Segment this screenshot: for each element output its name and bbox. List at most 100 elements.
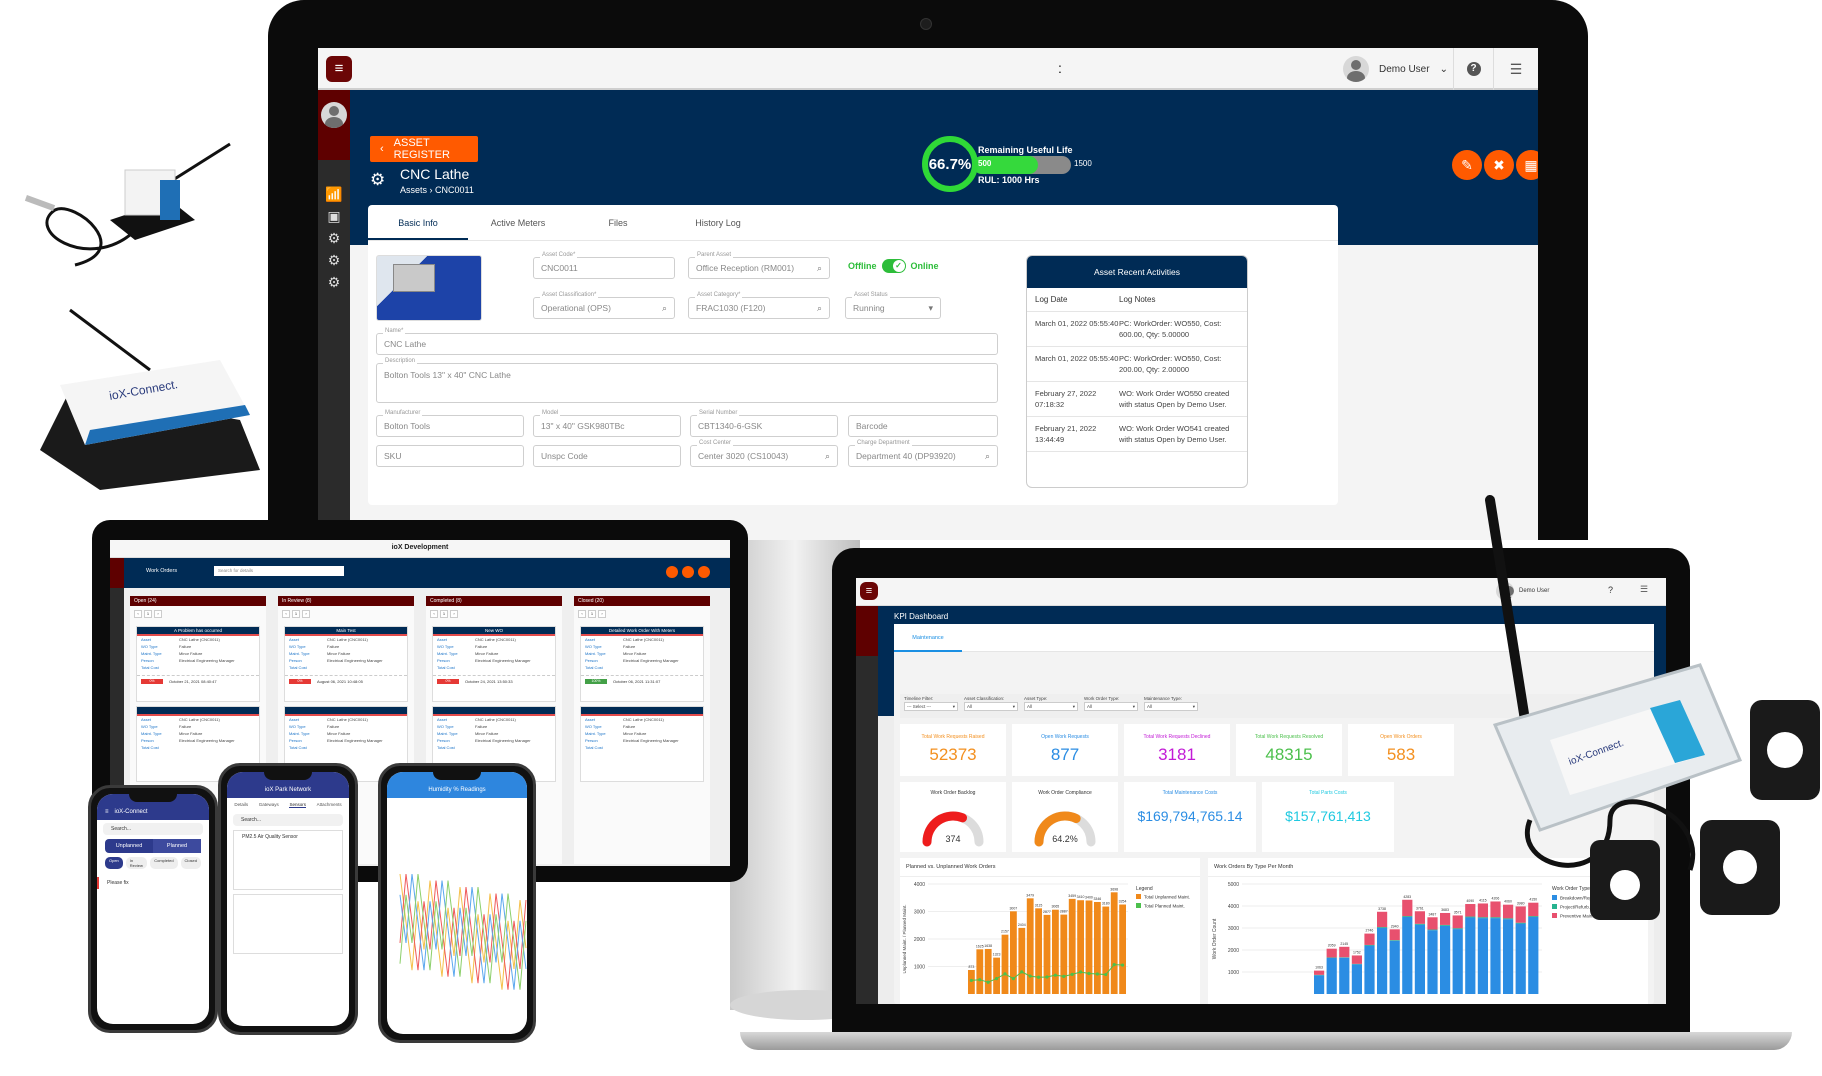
cost-center-field[interactable]: Cost Center Center 3020 (CS10043) ⌕ — [690, 440, 838, 467]
chip-open[interactable]: Open — [105, 857, 123, 869]
asset-category-field[interactable]: Asset Category* FRAC1030 (F120) ⌕ — [688, 292, 830, 319]
search-icon[interactable]: ⌕ — [662, 303, 667, 314]
segment-unplanned[interactable]: Unplanned — [105, 839, 153, 853]
asset-classification-field[interactable]: Asset Classification* Operational (OPS) ⌕ — [533, 292, 675, 319]
chip-closed[interactable]: Closed — [180, 857, 201, 869]
kpi-tile[interactable]: Open Work Requests 877 — [1012, 724, 1118, 776]
work-order-card[interactable]: Asset CNC Lathe (CNC0011) WO Type Failure Ma… — [580, 706, 704, 782]
online-toggle[interactable]: Offline Online — [848, 259, 939, 273]
barcode-field[interactable]: Barcode — [848, 415, 998, 437]
toggle-switch[interactable] — [881, 259, 906, 273]
tablet-refresh-button[interactable] — [682, 566, 694, 578]
bar-unplanned — [1094, 901, 1101, 994]
filter-select[interactable]: All ▾ — [1144, 702, 1198, 711]
sku-field[interactable]: SKU — [376, 445, 524, 467]
tab-gateways[interactable]: Gateways — [259, 802, 279, 808]
hamburger-menu-button[interactable]: ≡ — [326, 56, 352, 82]
config-icon[interactable]: ⚙ — [324, 252, 344, 270]
point-planned — [1011, 977, 1015, 981]
work-order-item[interactable]: Please fix — [97, 877, 209, 889]
kpi-tile[interactable]: Total Work Requests Declined 3181 — [1124, 724, 1230, 776]
breadcrumb-root[interactable]: Assets — [400, 185, 427, 195]
pager-next[interactable]: › — [450, 610, 458, 618]
card-field: Total Cost — [581, 664, 703, 671]
pager-next[interactable]: › — [302, 610, 310, 618]
user-menu[interactable]: Demo User ⌄ — [1343, 56, 1448, 82]
work-request-button[interactable]: ✖ — [1484, 150, 1514, 180]
pager-prev[interactable]: ‹ — [578, 610, 586, 618]
pager-prev[interactable]: ‹ — [430, 610, 438, 618]
tab-active-meters[interactable]: Active Meters — [468, 205, 568, 240]
manufacturer-field[interactable]: Manufacturer Bolton Tools — [376, 410, 524, 437]
sensor-card[interactable]: PM2.5 Air Quality Sensor — [233, 830, 343, 890]
work-orders-search-input[interactable]: Search for details — [214, 566, 344, 576]
chip-completed[interactable]: Completed — [150, 857, 178, 869]
pager-prev[interactable]: ‹ — [134, 610, 142, 618]
kpi-tile[interactable]: Total Work Requests Resolved 48315 — [1236, 724, 1342, 776]
cost-tile[interactable]: Total Maintenance Costs $169,794,765.14 — [1124, 782, 1256, 852]
analytics-icon[interactable]: 📶 — [324, 186, 344, 204]
pager-prev[interactable]: ‹ — [282, 610, 290, 618]
serial-number-field[interactable]: Serial Number CBT1340-6-GSK — [690, 410, 838, 437]
filter-select[interactable]: --- Select --- ▾ — [904, 702, 958, 711]
pager-page[interactable]: 1 — [588, 610, 596, 618]
search-icon[interactable]: ⌕ — [817, 303, 822, 314]
legend-swatch[interactable] — [1136, 903, 1141, 908]
help-button[interactable]: ? — [1453, 48, 1493, 90]
edit-log-button[interactable]: ✎ — [1452, 150, 1482, 180]
legend-swatch[interactable] — [1136, 894, 1141, 899]
pager-next[interactable]: › — [154, 610, 162, 618]
tab-details[interactable]: Details — [234, 802, 248, 808]
device-settings-icon[interactable]: ▣ — [324, 208, 344, 226]
asset-register-back-button[interactable]: ‹ ASSET REGISTER — [370, 136, 478, 162]
name-field[interactable]: Name* CNC Lathe — [376, 328, 998, 355]
work-order-card[interactable]: Detailed Work Order With Meters Asset CNC … — [580, 626, 704, 702]
filter-select[interactable]: All ▾ — [964, 702, 1018, 711]
filter-select[interactable]: All ▾ — [1024, 702, 1078, 711]
charge-department-field[interactable]: Charge Department Department 40 (DP93920)… — [848, 440, 998, 467]
tab-maintenance[interactable]: Maintenance — [894, 624, 962, 652]
search-icon[interactable]: ⌕ — [985, 451, 990, 462]
kpi-tile[interactable]: Open Work Orders 583 — [1348, 724, 1454, 776]
tab-attachments[interactable]: Attachments — [317, 802, 342, 808]
search-icon[interactable]: ⌕ — [817, 263, 822, 274]
pager-page[interactable]: 1 — [440, 610, 448, 618]
asset-photo[interactable] — [376, 255, 482, 321]
model-field[interactable]: Model 13" x 40" GSK980TBc — [533, 410, 681, 437]
profile-avatar-icon[interactable] — [321, 102, 347, 128]
hamburger-icon[interactable]: ≡ — [105, 809, 109, 815]
work-order-card[interactable]: New WO Asset CNC Lathe (CNC0011) WO Type Fai… — [432, 626, 556, 702]
sensor-card[interactable] — [233, 894, 343, 954]
pager-page[interactable]: 1 — [144, 610, 152, 618]
tablet-action-button[interactable] — [666, 566, 678, 578]
work-order-card[interactable]: A Problem has occurred Asset CNC Lathe (CN… — [136, 626, 260, 702]
settings-icon[interactable]: ⚙ — [324, 274, 344, 292]
gauge-tile[interactable]: Work Order Backlog 374 — [900, 782, 1006, 852]
description-field[interactable]: Description Bolton Tools 13" x 40" CNC La… — [376, 358, 998, 403]
schedule-button[interactable]: ▦ — [1516, 150, 1538, 180]
asset-code-field[interactable]: Asset Code* CNC0011 — [533, 252, 675, 279]
gauge-tile[interactable]: Work Order Compliance 64.2% — [1012, 782, 1118, 852]
pager-page[interactable]: 1 — [292, 610, 300, 618]
filter-select[interactable]: All ▾ — [1084, 702, 1138, 711]
tab-history-log[interactable]: History Log — [668, 205, 768, 240]
phone-search-input[interactable]: Search... — [103, 823, 203, 835]
list-menu-button[interactable]: ☰ — [1493, 48, 1538, 90]
segment-planned[interactable]: Planned — [153, 839, 201, 853]
tab-basic-info[interactable]: Basic Info — [368, 205, 468, 240]
sensor-search-input[interactable]: Search... — [233, 814, 343, 826]
search-icon[interactable]: ⌕ — [825, 451, 830, 462]
tablet-settings-button[interactable] — [698, 566, 710, 578]
gears-icon[interactable]: ⚙ — [324, 230, 344, 248]
hamburger-menu-button[interactable]: ≡ — [860, 582, 878, 600]
parent-asset-field[interactable]: Parent Asset Office Reception (RM001) ⌕ — [688, 252, 830, 279]
chip-in-review[interactable]: In Review — [125, 857, 148, 869]
tab-sensors[interactable]: Sensors — [289, 802, 306, 808]
kpi-tile[interactable]: Total Work Requests Raised 52373 — [900, 724, 1006, 776]
tab-files[interactable]: Files — [568, 205, 668, 240]
unspc-code-field[interactable]: Unspc Code — [533, 445, 681, 467]
asset-status-select[interactable]: Asset Status Running ▾ — [845, 292, 941, 319]
cost-tile[interactable]: Total Parts Costs $157,761,413 — [1262, 782, 1394, 852]
work-order-card[interactable]: Main Test Asset CNC Lathe (CNC0011) WO Type… — [284, 626, 408, 702]
pager-next[interactable]: › — [598, 610, 606, 618]
